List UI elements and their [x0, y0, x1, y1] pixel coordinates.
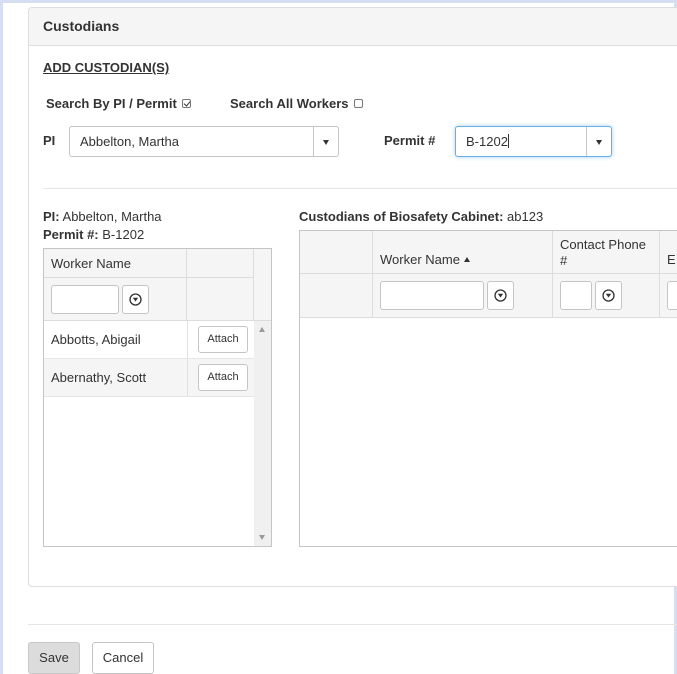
worker-name-header-text: Worker Name	[51, 256, 131, 271]
custodian-worker-name-column-header[interactable]: Worker Name	[373, 231, 553, 274]
selected-permit-value: B-1202	[102, 227, 145, 242]
cell-separator	[187, 321, 188, 358]
contact-phone-header-text: Contact Phone #	[560, 237, 647, 268]
custodians-grid: Worker Name Contact Phone # E	[299, 230, 677, 547]
contact-phone-filter-button[interactable]	[595, 281, 622, 310]
permit-dropdown-caret-icon[interactable]	[586, 127, 611, 156]
search-by-pi-permit-toggle[interactable]: Search By PI / Permit	[46, 96, 191, 111]
worker-name-cell: Abbotts, Abigail	[51, 332, 141, 347]
custodian-worker-name-filter-cell	[373, 274, 553, 318]
attach-button[interactable]: Attach	[198, 364, 248, 391]
actions-filter-cell	[187, 278, 254, 321]
worker-name-cell: Abernathy, Scott	[51, 370, 147, 385]
selected-permit-info: Permit #: B-1202	[43, 227, 144, 242]
header-scroll-spacer	[254, 249, 271, 321]
footer-divider	[28, 624, 677, 625]
save-button[interactable]: Save	[28, 642, 80, 674]
worker-name-filter-input[interactable]	[51, 285, 119, 314]
workers-grid: Worker Name Abbotts, Abigail Attach Aber…	[43, 248, 272, 547]
sort-ascending-icon	[463, 257, 470, 262]
custodian-worker-name-header-wrap: Worker Name	[380, 252, 470, 267]
pi-value: Abbelton, Martha	[80, 134, 180, 149]
panel-heading: Custodians	[29, 8, 677, 46]
select-column-header	[300, 231, 373, 274]
text-cursor	[507, 134, 509, 148]
search-by-pi-permit-checkbox[interactable]	[181, 99, 191, 108]
filter-icon	[129, 293, 142, 306]
select-filter-cell	[300, 274, 373, 318]
custodians-title-label: Custodians of Biosafety Cabinet:	[299, 209, 504, 224]
contact-phone-filter-input[interactable]	[560, 281, 592, 310]
pi-combobox[interactable]: Abbelton, Martha	[69, 126, 339, 157]
search-by-pi-permit-label: Search By PI / Permit	[46, 96, 177, 111]
selected-pi-info: PI: Abbelton, Martha	[43, 209, 162, 224]
permit-combobox[interactable]: B-1202	[455, 126, 612, 157]
custodians-grid-title: Custodians of Biosafety Cabinet: ab123	[299, 209, 543, 224]
custodians-panel: Custodians ADD CUSTODIAN(S) Search By PI…	[28, 7, 677, 587]
email-filter-input[interactable]	[667, 281, 677, 310]
email-header-text: E	[667, 252, 676, 267]
search-all-workers-toggle[interactable]: Search All Workers	[230, 96, 363, 111]
attach-button[interactable]: Attach	[198, 326, 248, 353]
cancel-button[interactable]: Cancel	[92, 642, 154, 674]
filter-icon	[602, 289, 615, 302]
email-filter-cell	[660, 274, 677, 318]
table-row: Abbotts, Abigail Attach	[44, 321, 254, 359]
contact-phone-column-header[interactable]: Contact Phone #	[553, 231, 660, 274]
permit-value-wrap[interactable]: B-1202	[466, 134, 509, 149]
workers-grid-scrollbar[interactable]	[254, 321, 271, 546]
scroll-down-arrow-icon[interactable]	[259, 535, 265, 540]
contact-phone-filter-cell	[553, 274, 660, 318]
search-all-workers-checkbox[interactable]	[353, 99, 363, 108]
permit-value: B-1202	[466, 134, 508, 149]
divider	[43, 188, 677, 189]
selected-permit-label: Permit #:	[43, 227, 99, 242]
worker-name-column-header[interactable]: Worker Name	[44, 249, 187, 278]
custodian-worker-name-header-text: Worker Name	[380, 252, 460, 267]
scroll-up-arrow-icon[interactable]	[259, 327, 265, 332]
selected-pi-label: PI:	[43, 209, 60, 224]
worker-name-filter-button[interactable]	[122, 285, 149, 314]
pi-dropdown-caret-icon[interactable]	[313, 127, 338, 156]
cabinet-id: ab123	[507, 209, 544, 224]
worker-name-filter-cell	[44, 278, 187, 321]
selected-pi-value: Abbelton, Martha	[62, 209, 162, 224]
filter-icon	[494, 289, 507, 302]
email-column-header[interactable]: E	[660, 231, 677, 274]
panel-title: Custodians	[43, 18, 120, 34]
custodian-worker-name-filter-button[interactable]	[487, 281, 514, 310]
custodian-worker-name-filter-input[interactable]	[380, 281, 484, 310]
permit-label: Permit #	[384, 133, 436, 148]
cell-separator	[187, 359, 188, 396]
pi-label: PI	[43, 133, 56, 148]
table-row: Abernathy, Scott Attach	[44, 359, 254, 397]
add-custodians-link[interactable]: ADD CUSTODIAN(S)	[43, 60, 169, 75]
search-all-workers-label: Search All Workers	[230, 96, 349, 111]
actions-column-header	[187, 249, 254, 278]
